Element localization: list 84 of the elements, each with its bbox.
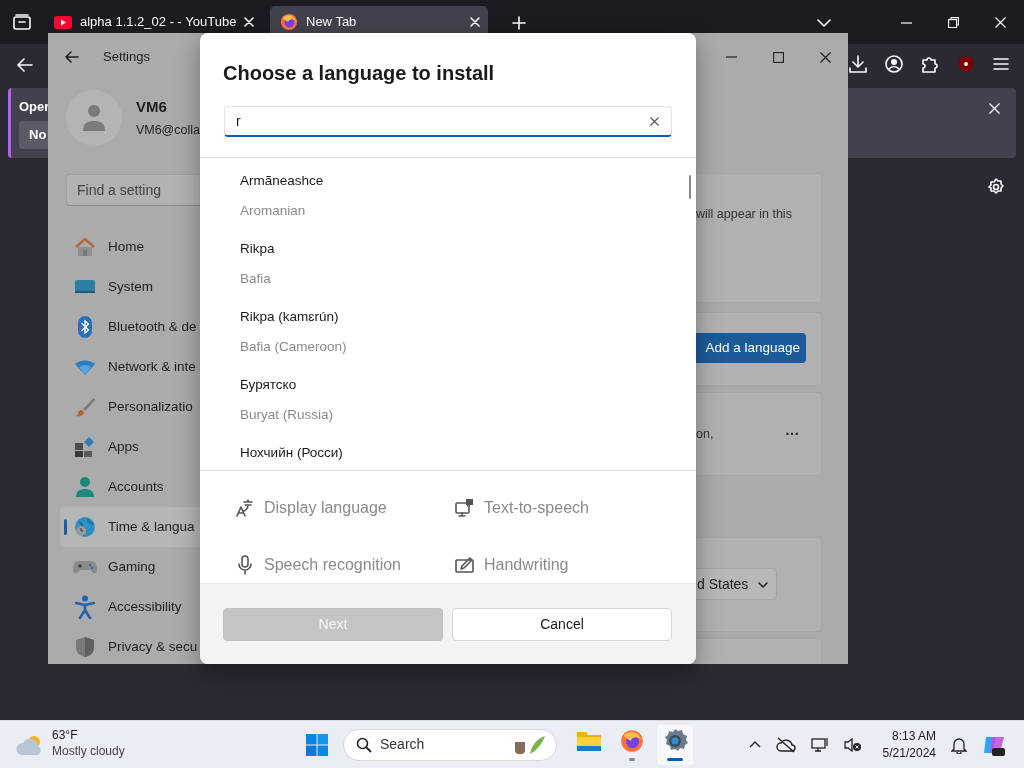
nav-item[interactable]: Personalizatio	[60, 387, 200, 427]
nav-item[interactable]: Privacy & secu	[60, 627, 200, 664]
window-title: Settings	[103, 48, 150, 67]
notification-title: Oper	[19, 98, 51, 117]
brush-icon	[74, 396, 96, 418]
clock[interactable]: 8:13 AM 5/21/2024	[882, 727, 936, 762]
download-icon[interactable]	[849, 55, 867, 73]
gear-icon	[662, 728, 688, 754]
nav-item[interactable]: System	[60, 267, 200, 307]
apps-icon	[74, 436, 96, 458]
nav-item[interactable]: Home	[60, 227, 200, 267]
nav-item[interactable]: Accounts	[60, 467, 200, 507]
nav-item[interactable]: Bluetooth & de	[60, 307, 200, 347]
language-option[interactable]: Нохчийн (Росси)	[200, 430, 696, 470]
language-note: on,	[696, 425, 714, 443]
user-email: VM6@colla	[135, 122, 200, 140]
firefox-icon	[280, 13, 298, 31]
user-name: VM6	[135, 96, 168, 117]
chevron-down-icon[interactable]	[817, 18, 831, 27]
search-field[interactable]: r	[224, 106, 672, 137]
chevron-down-icon	[758, 581, 768, 588]
house-icon	[74, 236, 96, 258]
bluetooth-icon	[77, 315, 93, 339]
language-option[interactable]: Бурятско Buryat (Russia)	[200, 362, 696, 430]
feature-label: Display language	[264, 497, 387, 518]
weather-condition: Mostly cloudy	[52, 742, 125, 759]
bell-icon[interactable]	[951, 735, 967, 754]
nav-item[interactable]: Time & langua	[60, 507, 200, 547]
feature-label: Text-to-speech	[484, 497, 589, 518]
nav-item[interactable]: Gaming	[60, 547, 200, 587]
accessibility-icon	[75, 595, 95, 619]
search-field[interactable]: Find a setting	[66, 174, 200, 206]
shield-icon[interactable]	[957, 55, 975, 73]
language-option[interactable]: Armãneashce Aromanian	[200, 158, 696, 226]
puzzle-icon[interactable]	[921, 55, 939, 73]
person-icon	[75, 476, 95, 498]
language-option[interactable]: Rikpa Bafia	[200, 226, 696, 294]
pen-icon	[455, 556, 475, 575]
start-icon[interactable]	[305, 732, 329, 757]
add-language-button[interactable]: Add a language	[696, 333, 806, 363]
cancel-button[interactable]: Cancel	[452, 608, 672, 641]
gamepad-icon	[73, 558, 97, 576]
close-icon[interactable]	[820, 51, 831, 63]
close-icon	[649, 116, 659, 126]
feature-label: Speech recognition	[264, 555, 401, 576]
maximize-icon[interactable]	[773, 51, 784, 63]
monitor-icon[interactable]	[810, 736, 829, 753]
shield-icon	[75, 636, 95, 658]
more-button[interactable]: ···	[785, 423, 800, 445]
search-icon	[356, 736, 372, 753]
temperature: 63°F	[52, 726, 79, 743]
speaker-muted-icon[interactable]	[843, 736, 862, 753]
tab-list-icon[interactable]	[13, 14, 31, 30]
folder-icon	[576, 729, 602, 753]
nav-item[interactable]: Network & inte	[60, 347, 200, 387]
taskbar-search[interactable]: Search	[343, 728, 557, 761]
menu-icon[interactable]	[993, 57, 1009, 71]
nav-item[interactable]: Apps	[60, 427, 200, 467]
globe-icon	[74, 516, 96, 538]
dialog-title: Choose a language to install	[222, 61, 496, 86]
monitor-speech-icon	[455, 497, 475, 518]
monitor-icon	[74, 278, 96, 296]
restore-icon[interactable]	[948, 17, 959, 29]
video-icon	[54, 15, 72, 29]
firefox-icon	[620, 729, 644, 753]
language-option[interactable]: Rikpa (kamɛrún) Bafia (Cameroon)	[200, 294, 696, 362]
chevron-up-icon[interactable]	[748, 741, 761, 748]
microphone-icon	[238, 555, 252, 576]
font-icon	[236, 498, 254, 517]
back-arrow-icon[interactable]	[65, 51, 79, 63]
person-silhouette-icon	[81, 104, 106, 132]
description-text: will appear in this	[696, 207, 792, 221]
feature-label: Handwriting	[484, 555, 569, 576]
scrollbar-thumb[interactable]	[689, 175, 691, 199]
cup-leaf-icon	[512, 733, 546, 756]
wifi-icon	[74, 358, 96, 376]
cloud-off-icon[interactable]	[775, 736, 796, 753]
account-icon[interactable]	[885, 55, 903, 73]
nav-item[interactable]: Accessibility	[60, 587, 200, 627]
taskbar-app[interactable]	[657, 724, 693, 765]
region-dropdown[interactable]: d States	[696, 568, 777, 600]
plus-icon[interactable]	[512, 15, 526, 30]
notification-button[interactable]: No	[19, 120, 48, 149]
gear-icon[interactable]	[987, 177, 1005, 196]
